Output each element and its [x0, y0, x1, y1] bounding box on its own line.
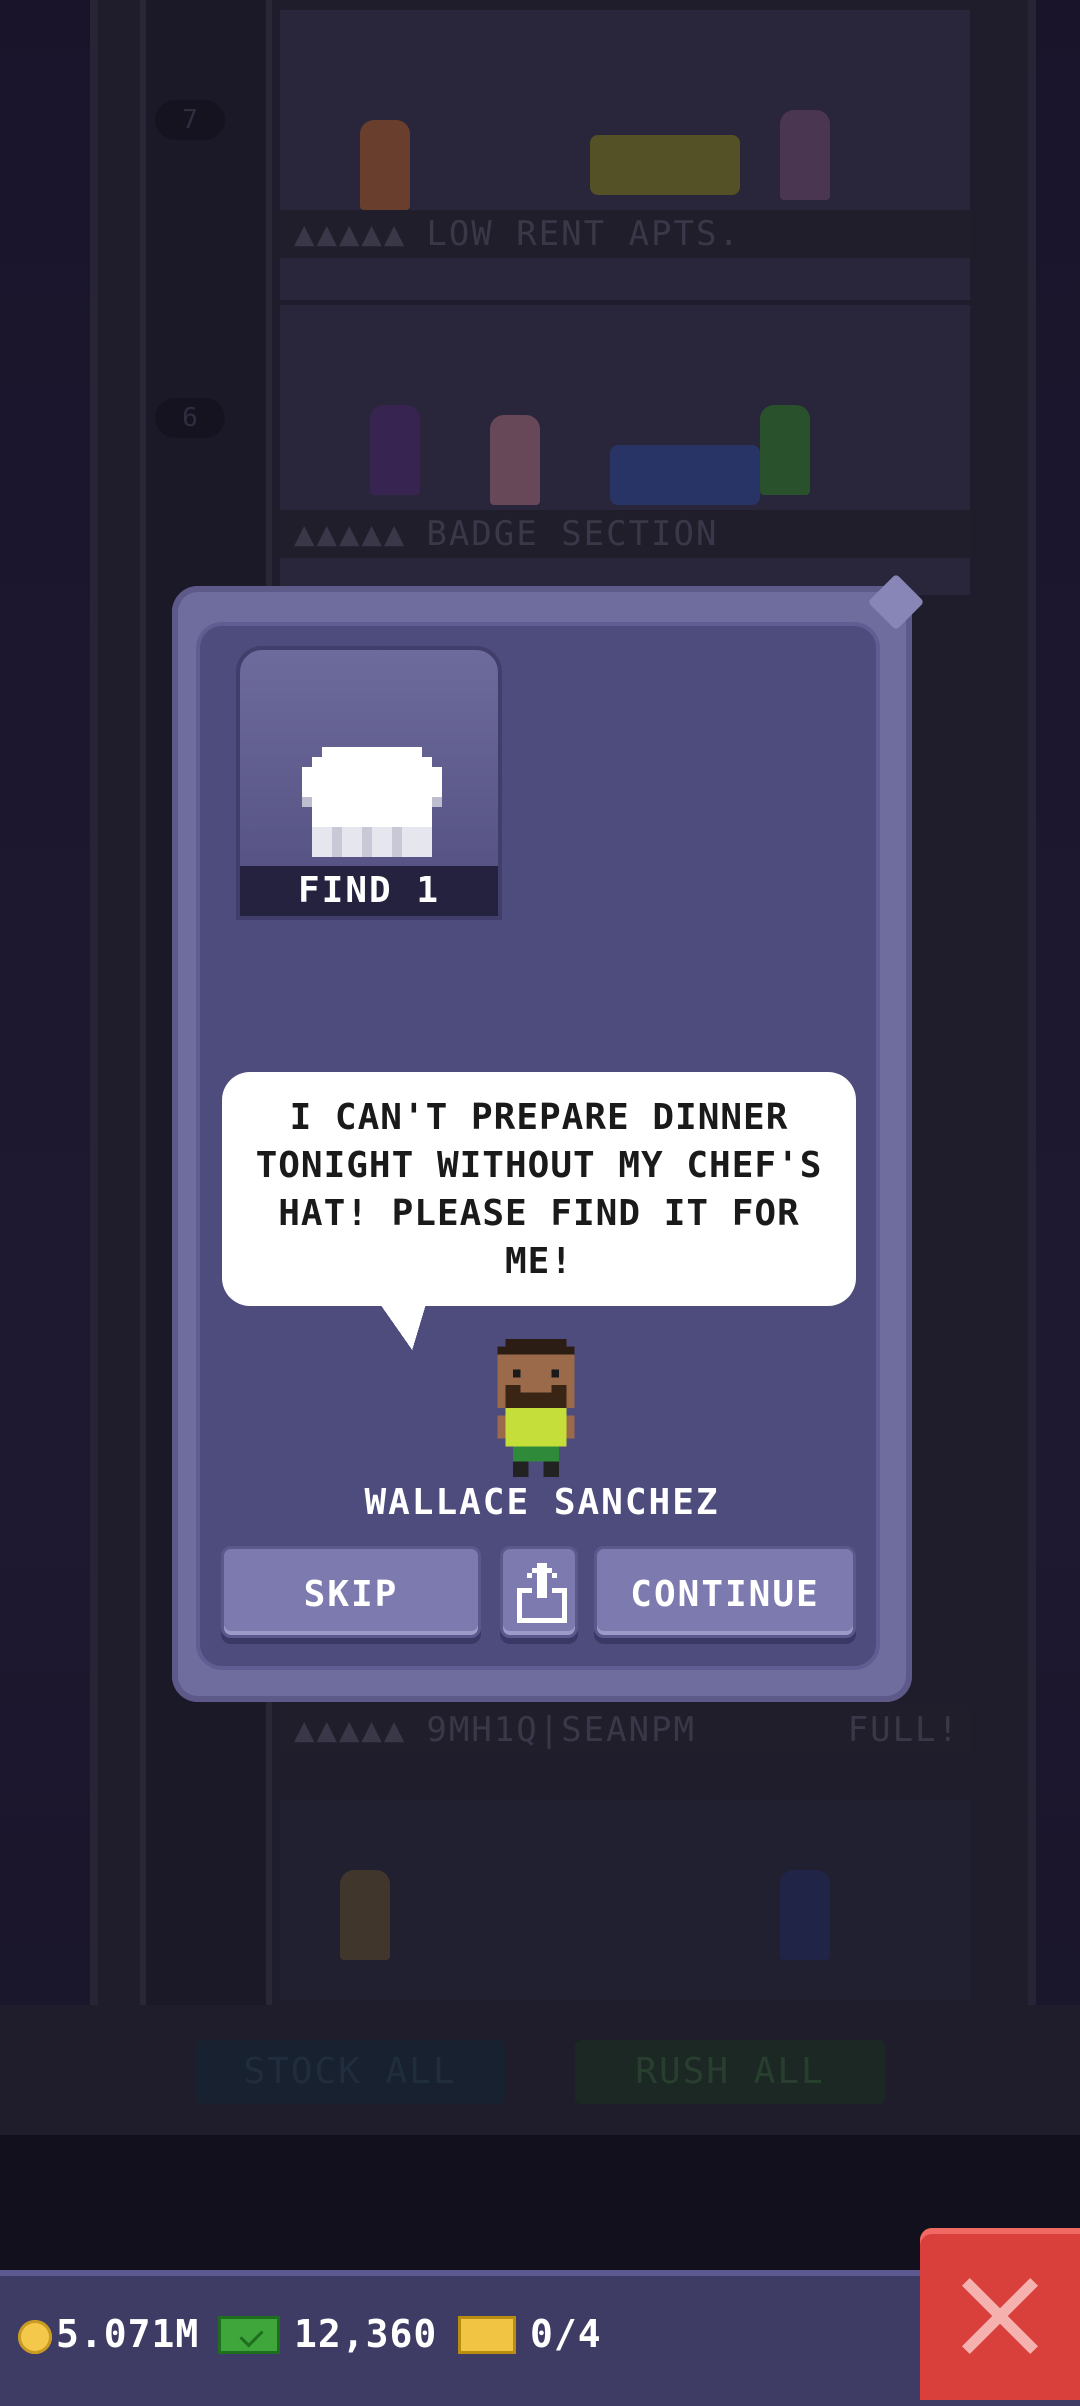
- close-icon: [962, 2278, 1038, 2354]
- coins-count: 5.071M: [56, 2312, 200, 2356]
- currency-bar: 5.071M 12,360 0/4: [0, 2270, 1080, 2406]
- skip-button[interactable]: SKIP: [221, 1546, 481, 1638]
- close-button[interactable]: [920, 2228, 1080, 2400]
- coin-icon: [18, 2320, 52, 2354]
- npc-avatar: [497, 1339, 575, 1477]
- tower-bux-icon: [218, 2316, 280, 2354]
- mission-item-card: FIND 1: [236, 646, 502, 920]
- ticket-icon: [458, 2316, 516, 2354]
- speech-bubble-tail: [380, 1304, 426, 1350]
- share-button[interactable]: [500, 1546, 578, 1638]
- share-icon: [517, 1563, 567, 1623]
- tickets-count: 0/4: [530, 2312, 602, 2356]
- find-count-label: FIND 1: [240, 866, 498, 916]
- npc-name: WALLACE SANCHEZ: [364, 1482, 720, 1523]
- speech-bubble: I CAN'T PREPARE DINNER TONIGHT WITHOUT M…: [222, 1072, 856, 1306]
- continue-button[interactable]: CONTINUE: [594, 1546, 856, 1638]
- bux-count: 12,360: [294, 2312, 438, 2356]
- chef-hat-icon: [302, 747, 442, 857]
